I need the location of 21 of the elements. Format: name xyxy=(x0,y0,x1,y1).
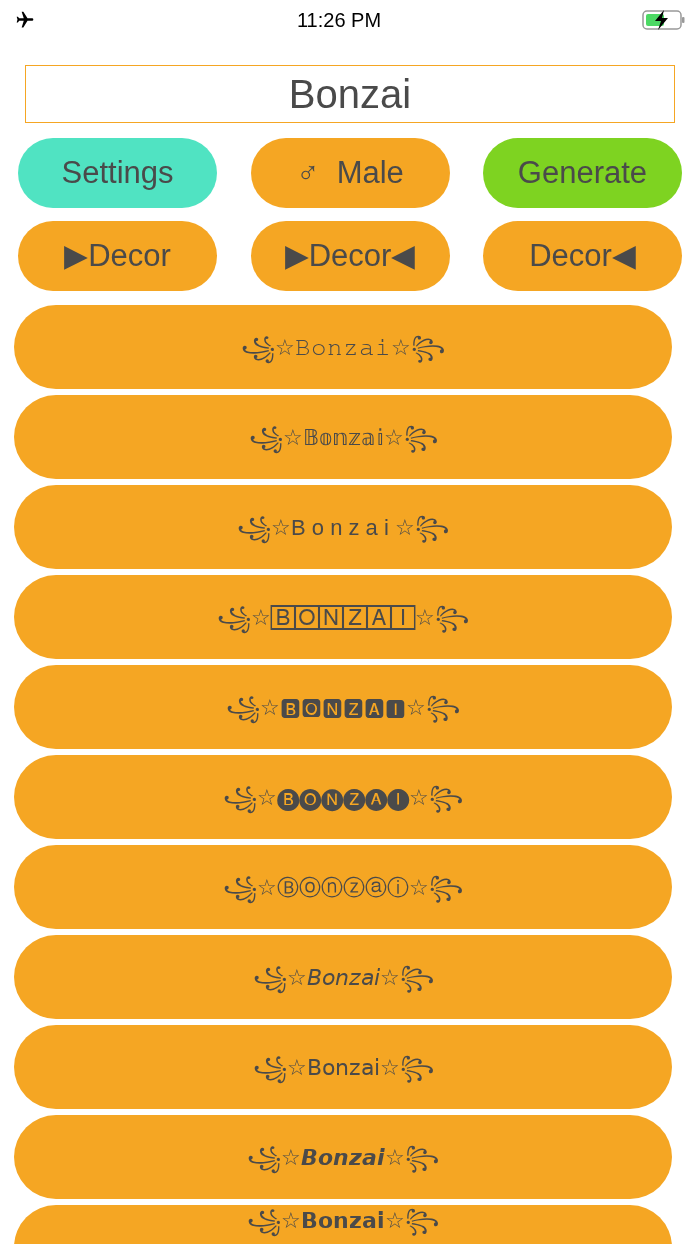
option-button[interactable]: ♂ Male xyxy=(250,138,450,208)
option-button[interactable]: Generate xyxy=(483,138,682,208)
styled-name-button[interactable]: ꧁☆𝖡𝗈𝗇𝗓𝖺𝗂☆꧂ xyxy=(14,1025,672,1109)
styled-name-button[interactable]: ꧁☆𝔹𝕠𝕟𝕫𝕒𝕚☆꧂ xyxy=(14,395,672,479)
styled-name-button[interactable]: ꧁☆𝘉𝘰𝘯𝘻𝘢𝘪☆꧂ xyxy=(14,935,672,1019)
status-time: 11:26 PM xyxy=(296,8,382,33)
airplane-icon xyxy=(14,10,36,30)
styled-name-button[interactable]: ꧁☆🅱🅾🅽🆉🅰🅸☆꧂ xyxy=(14,665,672,749)
styled-name-button[interactable]: ꧁☆🅑🅞🅝🅩🅐🅘☆꧂ xyxy=(14,755,672,839)
styled-name-button[interactable]: ꧁☆🄱🄾🄽🅉🄰🄸☆꧂ xyxy=(14,575,672,659)
battery-charging-icon xyxy=(642,9,686,31)
styled-name-button[interactable]: ꧁☆B o n z a i ☆꧂ xyxy=(14,485,672,569)
name-input-field[interactable]: Bonzai xyxy=(25,65,675,123)
styled-name-button[interactable]: ꧁☆𝗕𝗼𝗻𝘇𝗮𝗶☆꧂ xyxy=(14,1205,672,1244)
styled-name-button[interactable]: ꧁☆𝘽𝙤𝙣𝙯𝙖𝙞☆꧂ xyxy=(14,1115,672,1199)
option-button[interactable]: ▶Decor xyxy=(18,221,217,291)
styled-name-button[interactable]: ꧁☆𝙱𝚘𝚗𝚣𝚊𝚒☆꧂ xyxy=(14,305,672,389)
styled-name-button[interactable]: ꧁☆Ⓑⓞⓝⓩⓐⓘ☆꧂ xyxy=(14,845,672,929)
option-button[interactable]: ▶Decor◀ xyxy=(250,221,450,291)
option-button[interactable]: Settings xyxy=(18,138,217,208)
option-button[interactable]: Decor◀ xyxy=(483,221,682,291)
